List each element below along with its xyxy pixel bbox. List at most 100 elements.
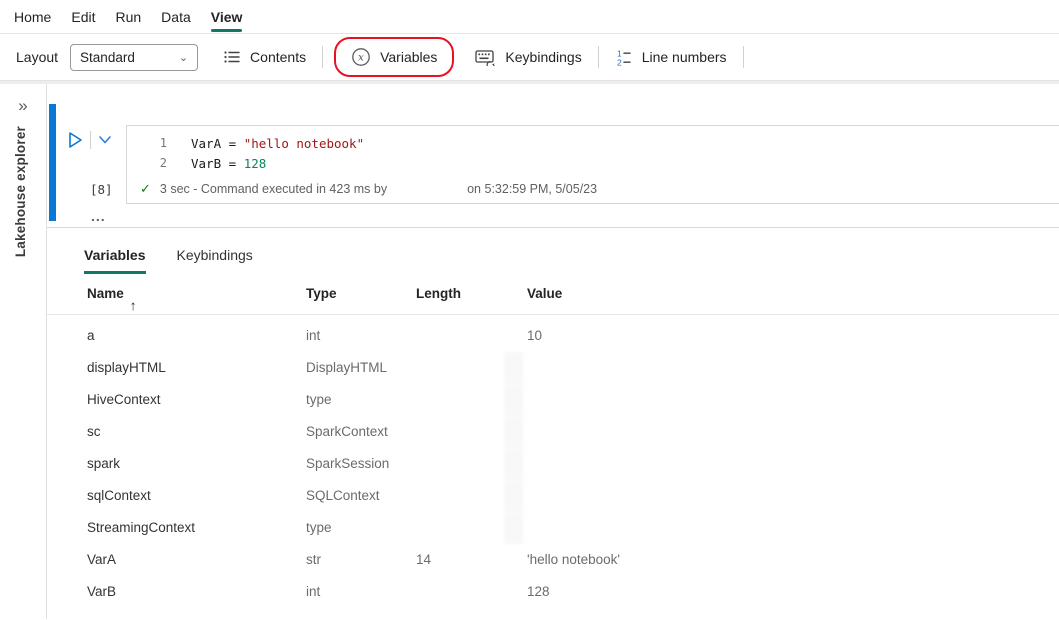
cell-type: type xyxy=(306,392,332,407)
chevron-down-icon: ⌄ xyxy=(179,51,188,64)
column-header-name[interactable]: Name↑ xyxy=(87,286,124,301)
toolbar-divider xyxy=(743,46,744,68)
cell-length: 14 xyxy=(416,552,431,567)
svg-text:x: x xyxy=(358,52,364,64)
panel-tabs: Variables Keybindings xyxy=(47,228,1059,274)
variables-table-body: a int 10 displayHTML DisplayHTML HiveContext t… xyxy=(47,315,1059,608)
contents-list-icon xyxy=(223,48,241,66)
cell-name: a xyxy=(87,328,95,343)
cell-status-bar: ✓ 3 sec - Command executed in 423 ms by … xyxy=(127,178,1059,200)
variable-row[interactable]: spark SparkSession xyxy=(47,448,1059,480)
cell-type: type xyxy=(306,520,332,535)
cell-controls-divider xyxy=(90,131,91,149)
cell-name: sqlContext xyxy=(87,488,151,503)
view-toolbar: Layout Standard ⌄ Contents x Variables xyxy=(0,34,1059,80)
variable-row[interactable]: displayHTML DisplayHTML xyxy=(47,352,1059,384)
redacted-value xyxy=(504,416,523,448)
code-editor[interactable]: 1 VarA = "hello notebook" 2 VarB = 128 xyxy=(127,126,1059,173)
sort-ascending-icon: ↑ xyxy=(130,298,137,313)
execution-count: [8] xyxy=(90,182,113,197)
redacted-value xyxy=(504,480,523,512)
code-line[interactable]: 2 VarB = 128 xyxy=(127,153,1059,173)
cell-type: str xyxy=(306,552,321,567)
column-header-type[interactable]: Type xyxy=(306,286,337,301)
svg-text:2: 2 xyxy=(617,57,622,67)
toolbar-divider xyxy=(598,46,599,68)
line-numbers-button-label: Line numbers xyxy=(642,49,727,65)
cell-options-chevron-icon[interactable] xyxy=(96,132,114,148)
cell-type: SparkSession xyxy=(306,456,389,471)
contents-button-label: Contents xyxy=(250,49,306,65)
tab-keybindings[interactable]: Keybindings xyxy=(177,247,253,274)
variables-table-header: Name↑ Type Length Value xyxy=(47,274,1059,315)
cell-type: SparkContext xyxy=(306,424,388,439)
cell-type: int xyxy=(306,328,320,343)
variable-row[interactable]: VarA str 14 'hello notebook' xyxy=(47,544,1059,576)
layout-dropdown-value: Standard xyxy=(80,50,135,65)
cell-value: 128 xyxy=(527,584,550,599)
variables-panel: Variables Keybindings Name↑ Type Length Valu… xyxy=(47,228,1059,619)
cell-name: StreamingContext xyxy=(87,520,195,535)
variable-row[interactable]: sc SparkContext xyxy=(47,416,1059,448)
layout-dropdown[interactable]: Standard ⌄ xyxy=(70,44,198,71)
cell-name: VarA xyxy=(87,552,116,567)
lakehouse-explorer-collapsed-sidebar: » Lakehouse explorer xyxy=(0,84,47,619)
redacted-value xyxy=(504,384,523,416)
layout-label: Layout xyxy=(16,49,58,65)
active-cell-indicator-bar xyxy=(49,104,56,221)
toolbar-divider xyxy=(322,46,323,68)
variables-x-icon: x xyxy=(351,47,371,67)
variables-highlight-oval: x Variables xyxy=(334,37,454,77)
code-text: VarA = "hello notebook" xyxy=(191,136,364,151)
line-number: 1 xyxy=(127,136,167,150)
line-numbers-button[interactable]: 12 Line numbers xyxy=(604,40,738,74)
variable-row[interactable]: HiveContext type xyxy=(47,384,1059,416)
menu-tab-data[interactable]: Data xyxy=(161,0,191,34)
column-header-length[interactable]: Length xyxy=(416,286,461,301)
keyboard-icon xyxy=(475,48,496,66)
column-header-value[interactable]: Value xyxy=(527,286,562,301)
tab-variables[interactable]: Variables xyxy=(84,247,146,274)
cell-type: SQLContext xyxy=(306,488,380,503)
status-text-suffix: on 5:32:59 PM, 5/05/23 xyxy=(467,182,597,196)
notebook-content: [8] ... 1 VarA = "hello notebook" 2 VarB = … xyxy=(47,84,1059,619)
keybindings-button[interactable]: Keybindings xyxy=(464,40,592,74)
redacted-value xyxy=(504,448,523,480)
success-check-icon: ✓ xyxy=(140,181,151,197)
line-numbers-icon: 12 xyxy=(615,48,633,67)
line-number: 2 xyxy=(127,156,167,170)
variables-button[interactable]: x Variables xyxy=(340,40,448,74)
variable-row[interactable]: VarB int 128 xyxy=(47,576,1059,608)
cell-name: sc xyxy=(87,424,101,439)
variable-row[interactable]: sqlContext SQLContext xyxy=(47,480,1059,512)
cell-value: 10 xyxy=(527,328,542,343)
cell-name: VarB xyxy=(87,584,116,599)
variable-row[interactable]: a int 10 xyxy=(47,320,1059,352)
code-cell[interactable]: 1 VarA = "hello notebook" 2 VarB = 128 ✓ 3 … xyxy=(126,125,1059,204)
cell-value: 'hello notebook' xyxy=(527,552,620,567)
menu-tab-view[interactable]: View xyxy=(211,0,243,34)
code-line[interactable]: 1 VarA = "hello notebook" xyxy=(127,133,1059,153)
cell-name: HiveContext xyxy=(87,392,161,407)
status-text-prefix: 3 sec - Command executed in 423 ms by xyxy=(160,182,387,196)
keybindings-button-label: Keybindings xyxy=(505,49,581,65)
redacted-value xyxy=(504,512,523,544)
expand-sidebar-icon[interactable]: » xyxy=(18,96,27,116)
notebook-window: Home Edit Run Data View Layout Standard ⌄ Co… xyxy=(0,0,1059,620)
menu-tab-run[interactable]: Run xyxy=(115,0,141,34)
variable-row[interactable]: StreamingContext type xyxy=(47,512,1059,544)
redacted-value xyxy=(504,352,523,384)
contents-button[interactable]: Contents xyxy=(212,40,317,74)
cell-more-indicator[interactable]: ... xyxy=(91,208,106,224)
cell-type: int xyxy=(306,584,320,599)
variables-button-label: Variables xyxy=(380,49,437,65)
lakehouse-explorer-title[interactable]: Lakehouse explorer xyxy=(13,126,28,257)
code-text: VarB = 128 xyxy=(191,156,266,171)
menu-bar: Home Edit Run Data View xyxy=(0,0,1059,34)
cell-name: spark xyxy=(87,456,120,471)
run-cell-button[interactable] xyxy=(64,129,86,151)
menu-tab-home[interactable]: Home xyxy=(14,0,51,34)
cell-type: DisplayHTML xyxy=(306,360,387,375)
cell-name: displayHTML xyxy=(87,360,166,375)
menu-tab-edit[interactable]: Edit xyxy=(71,0,95,34)
